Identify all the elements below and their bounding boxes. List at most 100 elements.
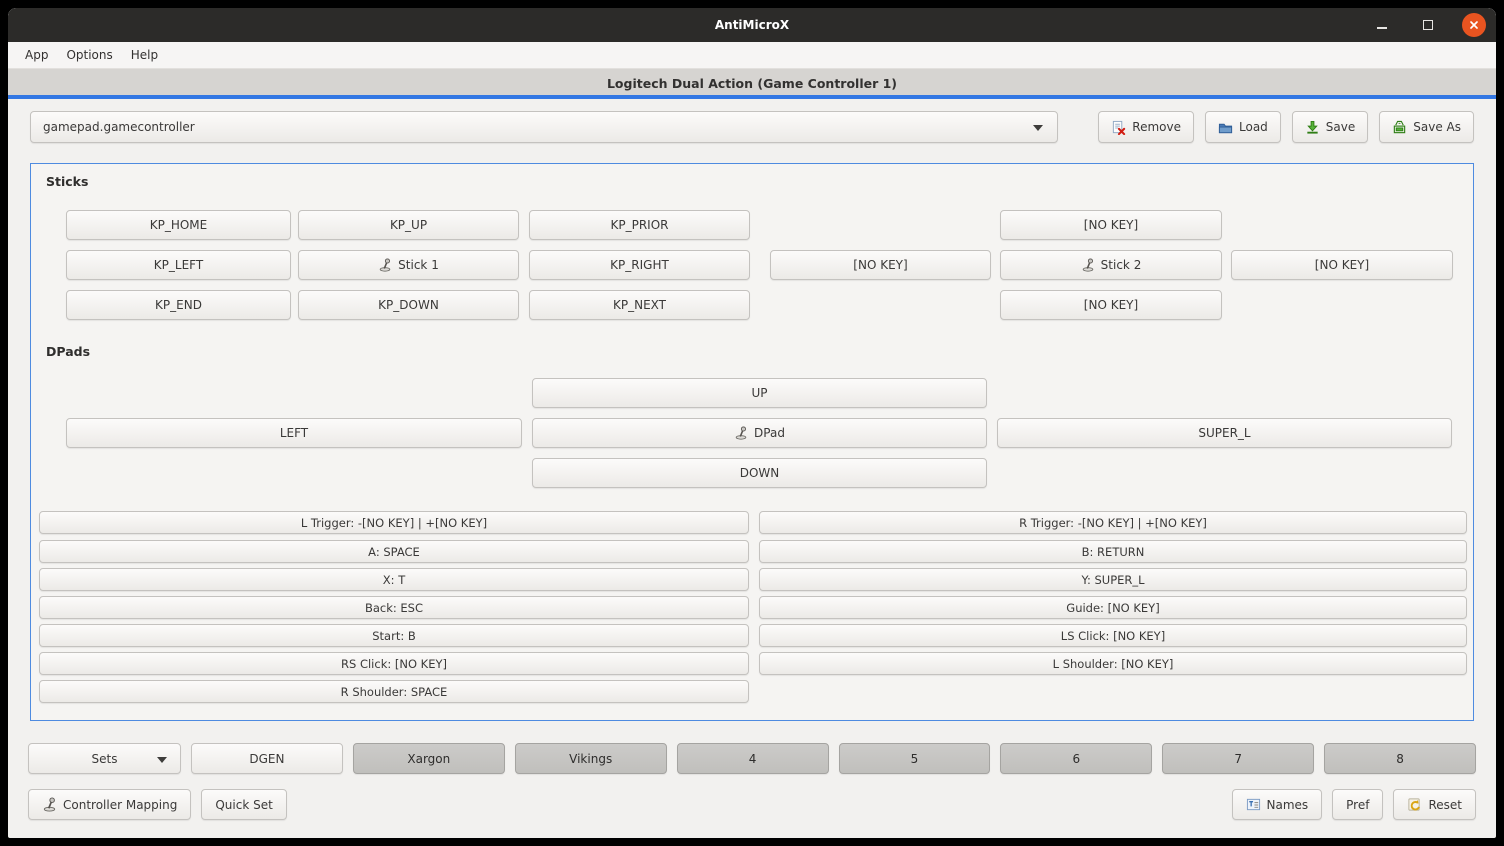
stick1-up-button[interactable]: KP_UP [298, 210, 519, 240]
dpad-button[interactable]: DPad [532, 418, 987, 448]
remove-icon [1111, 120, 1126, 135]
stick1-up-right-button[interactable]: KP_PRIOR [529, 210, 750, 240]
r-shoulder-button[interactable]: R Shoulder: SPACE [39, 680, 749, 703]
save-as-icon [1392, 120, 1407, 135]
dpad-right-button[interactable]: SUPER_L [997, 418, 1452, 448]
save-as-button-label: Save As [1413, 120, 1461, 134]
joystick-icon [378, 258, 392, 272]
reset-label: Reset [1428, 798, 1462, 812]
joystick-icon [1081, 258, 1095, 272]
mapping-panel: Sticks KP_HOME KP_UP KP_PRIOR KP_LEFT St… [30, 163, 1474, 721]
remove-button[interactable]: Remove [1098, 111, 1194, 143]
profile-actions: Remove Load Save [1098, 111, 1474, 143]
save-icon [1305, 120, 1320, 135]
app-window: AntiMicroX App Options Help Logitech Dua… [8, 8, 1496, 838]
x-button[interactable]: X: T [39, 568, 749, 591]
menu-help[interactable]: Help [122, 42, 167, 69]
l-trigger-button[interactable]: L Trigger: -[NO KEY] | +[NO KEY] [39, 511, 749, 534]
names-button[interactable]: Names [1232, 789, 1323, 820]
r-trigger-button[interactable]: R Trigger: -[NO KEY] | +[NO KEY] [759, 511, 1467, 534]
maximize-button[interactable] [1416, 13, 1440, 37]
set-tab-8[interactable]: 8 [1324, 743, 1476, 774]
set-tab-5[interactable]: 5 [839, 743, 991, 774]
y-button[interactable]: Y: SUPER_L [759, 568, 1467, 591]
close-button[interactable] [1462, 13, 1486, 37]
dpad-up-button[interactable]: UP [532, 378, 987, 408]
joystick-icon [734, 426, 748, 440]
reset-button[interactable]: Reset [1393, 789, 1476, 820]
stick2-button[interactable]: Stick 2 [1000, 250, 1222, 280]
stick2-down-button[interactable]: [NO KEY] [1000, 290, 1222, 320]
stick1-button-label: Stick 1 [398, 258, 439, 272]
chevron-down-icon [157, 757, 167, 763]
back-button[interactable]: Back: ESC [39, 596, 749, 619]
remove-button-label: Remove [1132, 120, 1181, 134]
sets-bar: Sets DGEN Xargon Vikings 4 5 6 7 8 [28, 743, 1476, 774]
save-button-label: Save [1326, 120, 1355, 134]
stick2-button-label: Stick 2 [1101, 258, 1142, 272]
quick-set-button[interactable]: Quick Set [201, 789, 286, 820]
sets-dropdown-button[interactable]: Sets [28, 743, 181, 774]
stick2-up-button[interactable]: [NO KEY] [1000, 210, 1222, 240]
start-button[interactable]: Start: B [39, 624, 749, 647]
set-tab-4[interactable]: 4 [677, 743, 829, 774]
bottom-bar-spacer [297, 789, 1222, 820]
stick1-right-button[interactable]: KP_RIGHT [529, 250, 750, 280]
dpad-left-button[interactable]: LEFT [66, 418, 522, 448]
save-button[interactable]: Save [1292, 111, 1368, 143]
stick2-right-button[interactable]: [NO KEY] [1231, 250, 1453, 280]
names-icon [1246, 797, 1261, 812]
controller-tab-label: Logitech Dual Action (Game Controller 1) [8, 69, 1496, 99]
maximize-icon [1423, 20, 1433, 30]
sticks-section-label: Sticks [46, 174, 88, 189]
window-title: AntiMicroX [8, 8, 1496, 42]
stick1-up-left-button[interactable]: KP_HOME [66, 210, 291, 240]
profile-combobox[interactable]: gamepad.gamecontroller [30, 111, 1058, 143]
l-shoulder-button[interactable]: L Shoulder: [NO KEY] [759, 652, 1467, 675]
load-folder-icon [1218, 120, 1233, 135]
dpad-button-label: DPad [754, 426, 785, 440]
menu-app[interactable]: App [16, 42, 57, 69]
set-tab-1-active[interactable]: DGEN [191, 743, 343, 774]
set-tab-2[interactable]: Xargon [353, 743, 505, 774]
stick2-left-button[interactable]: [NO KEY] [770, 250, 991, 280]
pref-label: Pref [1346, 798, 1369, 812]
a-button[interactable]: A: SPACE [39, 540, 749, 563]
ls-click-button[interactable]: LS Click: [NO KEY] [759, 624, 1467, 647]
sets-dropdown-label: Sets [92, 752, 118, 766]
b-button[interactable]: B: RETURN [759, 540, 1467, 563]
minimize-button[interactable] [1370, 13, 1394, 37]
joystick-icon [42, 797, 57, 812]
rs-click-button[interactable]: RS Click: [NO KEY] [39, 652, 749, 675]
dpads-section-label: DPads [46, 344, 90, 359]
menu-options[interactable]: Options [57, 42, 121, 69]
chevron-down-icon [1033, 125, 1043, 131]
close-icon [1468, 19, 1480, 31]
stick1-down-left-button[interactable]: KP_END [66, 290, 291, 320]
pref-button[interactable]: Pref [1332, 789, 1383, 820]
load-button-label: Load [1239, 120, 1268, 134]
titlebar: AntiMicroX [8, 8, 1496, 42]
quick-set-label: Quick Set [215, 798, 272, 812]
load-button[interactable]: Load [1205, 111, 1281, 143]
controller-tab[interactable]: Logitech Dual Action (Game Controller 1) [8, 69, 1496, 99]
stick1-down-button[interactable]: KP_DOWN [298, 290, 519, 320]
controller-mapping-button[interactable]: Controller Mapping [28, 789, 191, 820]
names-label: Names [1267, 798, 1309, 812]
menubar: App Options Help [8, 42, 1496, 69]
controller-mapping-label: Controller Mapping [63, 798, 177, 812]
stick1-button[interactable]: Stick 1 [298, 250, 519, 280]
set-tab-6[interactable]: 6 [1000, 743, 1152, 774]
window-controls [1370, 8, 1486, 42]
stick1-down-right-button[interactable]: KP_NEXT [529, 290, 750, 320]
minimize-icon [1377, 27, 1387, 29]
profile-combobox-value: gamepad.gamecontroller [43, 120, 195, 134]
save-as-button[interactable]: Save As [1379, 111, 1474, 143]
set-tab-7[interactable]: 7 [1162, 743, 1314, 774]
stick1-left-button[interactable]: KP_LEFT [66, 250, 291, 280]
guide-button[interactable]: Guide: [NO KEY] [759, 596, 1467, 619]
dpad-down-button[interactable]: DOWN [532, 458, 987, 488]
bottom-bar: Controller Mapping Quick Set Names Pref … [28, 789, 1476, 820]
profile-bar: gamepad.gamecontroller Remove Load [30, 111, 1474, 143]
set-tab-3[interactable]: Vikings [515, 743, 667, 774]
